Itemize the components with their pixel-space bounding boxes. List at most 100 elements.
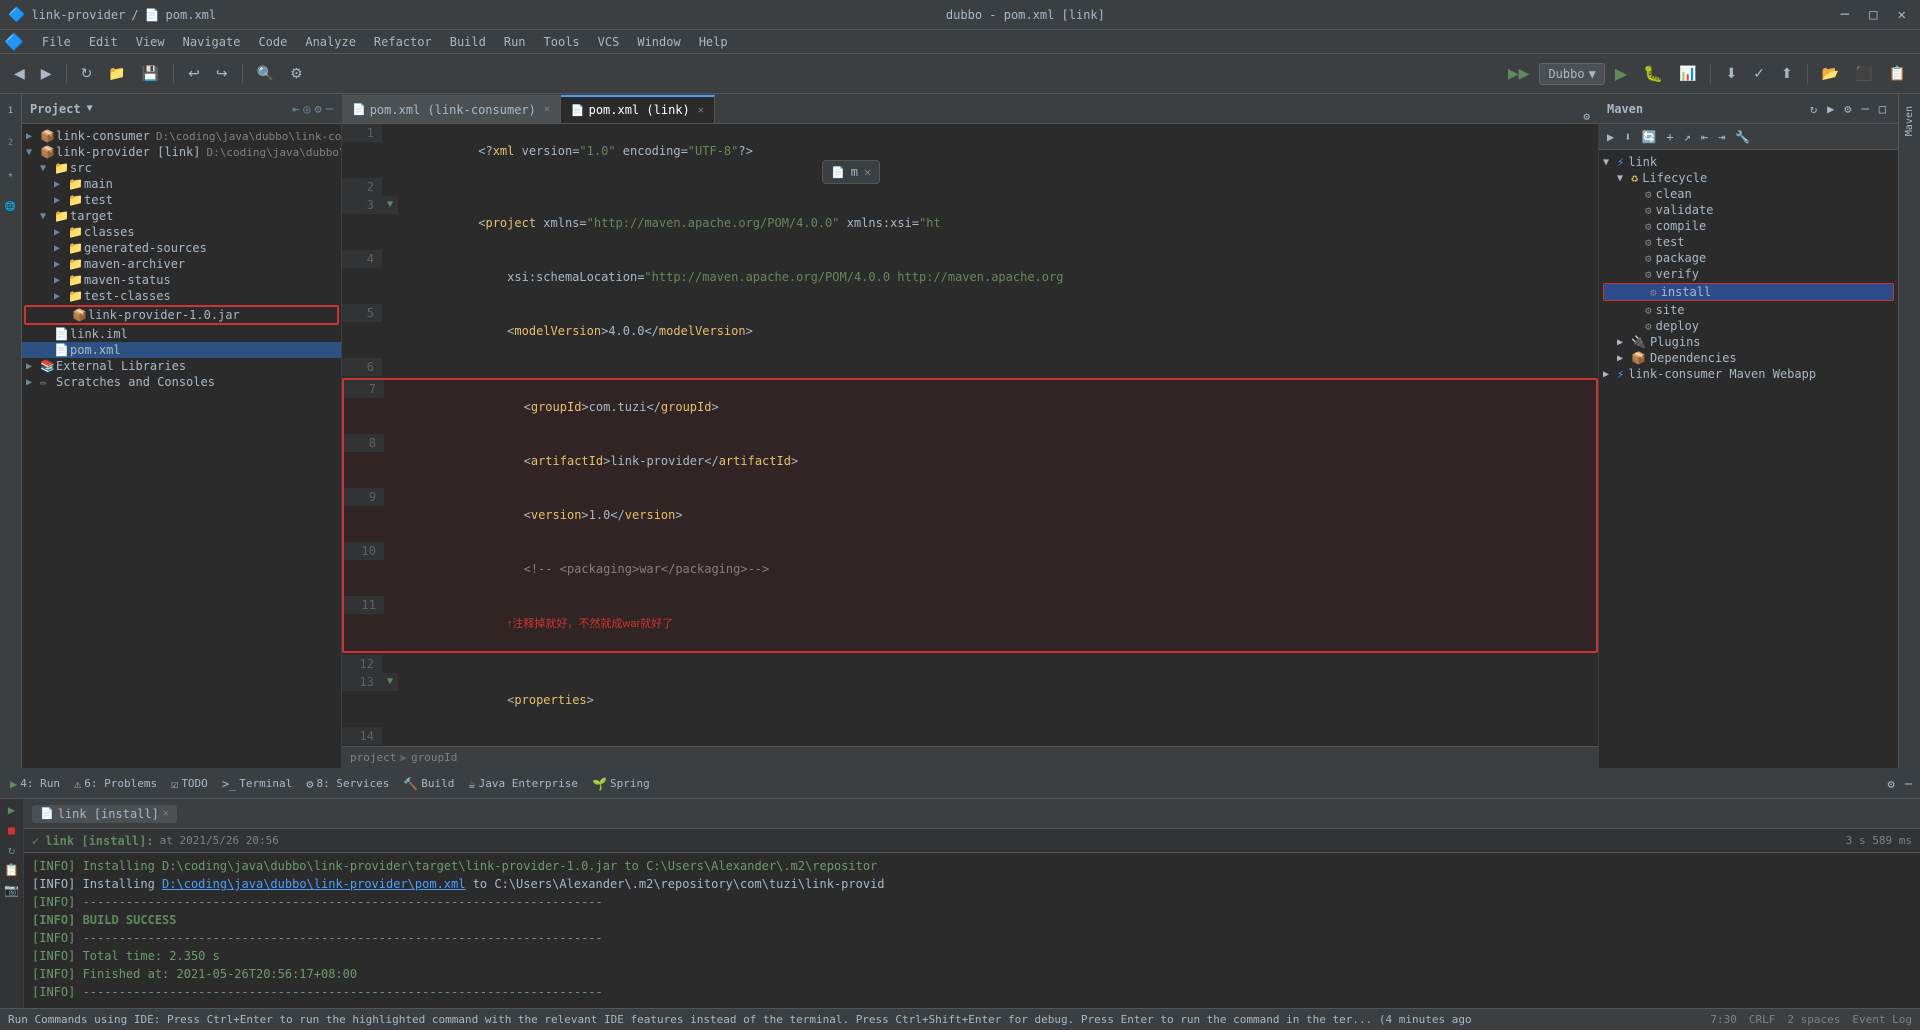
favorites-tool-icon[interactable]: ★ xyxy=(5,162,16,188)
tab-pom-consumer-close[interactable]: ✕ xyxy=(544,104,550,115)
minimize-button[interactable]: ─ xyxy=(1835,5,1855,25)
maven-jump-button[interactable]: ↗ xyxy=(1680,128,1695,146)
todo-tab-button[interactable]: ☑ TODO xyxy=(165,774,214,794)
tree-item-link-consumer[interactable]: ▶ 📦 link-consumer D:\coding\java\dubbo\l… xyxy=(22,128,341,144)
code-editor[interactable]: 1 <?xml version="1.0" encoding="UTF-8"?>… xyxy=(342,124,1598,746)
maven-maximize-button[interactable]: □ xyxy=(1875,100,1890,118)
tree-item-scratches[interactable]: ▶ ✏ Scratches and Consoles xyxy=(22,374,341,390)
run-scroll-button[interactable]: 📋 xyxy=(4,863,19,877)
status-position[interactable]: 7:30 xyxy=(1710,1013,1737,1026)
tab-settings-button[interactable]: ⚙ xyxy=(1575,110,1598,123)
redo-button[interactable]: ↪ xyxy=(210,61,234,86)
tree-item-src[interactable]: ▼ 📁 src xyxy=(22,160,341,176)
menu-code[interactable]: Code xyxy=(250,33,295,51)
terminal-tab-button[interactable]: >_ Terminal xyxy=(216,774,298,794)
maven-collapse-button[interactable]: ⇤ xyxy=(1697,128,1712,146)
bottom-panel-settings-button[interactable]: ⚙ xyxy=(1884,775,1899,793)
status-indent[interactable]: 2 spaces xyxy=(1787,1013,1840,1026)
structure-tool-icon[interactable]: 2 xyxy=(5,130,16,156)
menu-analyze[interactable]: Analyze xyxy=(297,33,364,51)
maven-item-clean[interactable]: ⚙ clean xyxy=(1599,186,1898,202)
debug-button[interactable]: 🐛 xyxy=(1637,60,1669,88)
run-stop-button[interactable]: ■ xyxy=(8,823,15,837)
status-event-log[interactable]: Event Log xyxy=(1852,1013,1912,1026)
maven-item-verify[interactable]: ⚙ verify xyxy=(1599,266,1898,282)
breadcrumb-item-project[interactable]: project xyxy=(350,751,396,764)
status-encoding[interactable]: CRLF xyxy=(1749,1013,1776,1026)
run-camera-button[interactable]: 📷 xyxy=(4,883,19,897)
run-tab-link-install[interactable]: 📄 link [install] ✕ xyxy=(32,805,177,823)
menu-edit[interactable]: Edit xyxy=(81,33,126,51)
tree-item-external-libs[interactable]: ▶ 📚 External Libraries xyxy=(22,358,341,374)
maven-tab-icon[interactable]: Maven xyxy=(1901,98,1918,144)
menu-tools[interactable]: Tools xyxy=(536,33,588,51)
maven-item-validate[interactable]: ⚙ validate xyxy=(1599,202,1898,218)
run-rerun-button[interactable]: ↻ xyxy=(8,843,15,857)
panel-settings-button[interactable]: ⚙ xyxy=(315,102,322,116)
tree-item-pom[interactable]: 📄 pom.xml xyxy=(22,342,341,358)
maven-wrench-button[interactable]: 🔧 xyxy=(1731,128,1754,146)
run-play-button[interactable]: ▶ xyxy=(8,803,15,817)
build-project-button[interactable]: ▶▶ xyxy=(1502,61,1536,86)
open-button[interactable]: 📁 xyxy=(102,61,131,86)
problems-tab-button[interactable]: ⚠ 6: Problems xyxy=(68,774,163,794)
bottom-panel-minimize-button[interactable]: ─ xyxy=(1901,775,1916,793)
structure-button[interactable]: 📋 xyxy=(1883,61,1912,86)
tree-item-test-classes[interactable]: ▶ 📁 test-classes xyxy=(22,288,341,304)
menu-help[interactable]: Help xyxy=(691,33,736,51)
run-output[interactable]: [INFO] Installing D:\coding\java\dubbo\l… xyxy=(24,853,1920,1008)
vcs-commit-button[interactable]: ✓ xyxy=(1747,61,1771,86)
maven-item-dependencies[interactable]: ▶ 📦 Dependencies xyxy=(1599,350,1898,366)
tab-pom-link-close[interactable]: ✕ xyxy=(698,105,704,116)
maven-add-button[interactable]: + xyxy=(1662,128,1677,146)
maven-minimize-button[interactable]: ─ xyxy=(1858,100,1873,118)
undo-button[interactable]: ↩ xyxy=(182,61,206,86)
open-in-explorer-button[interactable]: 📂 xyxy=(1816,61,1845,86)
tree-item-test[interactable]: ▶ 📁 test xyxy=(22,192,341,208)
scroll-from-source-button[interactable]: ◎ xyxy=(303,102,310,116)
maven-refresh-button[interactable]: ↻ xyxy=(1806,100,1821,118)
maven-item-lifecycle[interactable]: ▼ ♻ Lifecycle xyxy=(1599,170,1898,186)
maven-item-link-consumer[interactable]: ▶ ⚡ link-consumer Maven Webapp xyxy=(1599,366,1898,382)
maven-settings-button[interactable]: ⚙ xyxy=(1840,100,1855,118)
tree-item-jar[interactable]: 📦 link-provider-1.0.jar xyxy=(24,305,339,325)
tree-item-maven-status[interactable]: ▶ 📁 maven-status xyxy=(22,272,341,288)
maven-execute-button[interactable]: ▶ xyxy=(1603,128,1618,146)
menu-window[interactable]: Window xyxy=(629,33,688,51)
toolbar-forward-button[interactable]: ▶ xyxy=(35,61,58,86)
menu-view[interactable]: View xyxy=(128,33,173,51)
menu-run[interactable]: Run xyxy=(496,33,534,51)
run-tab-button[interactable]: ▶ 4: Run xyxy=(4,774,66,794)
maven-run-button[interactable]: ▶ xyxy=(1823,100,1838,118)
menu-build[interactable]: Build xyxy=(442,33,494,51)
sync-button[interactable]: ↻ xyxy=(75,61,99,86)
maven-item-plugins[interactable]: ▶ 🔌 Plugins xyxy=(1599,334,1898,350)
vcs-push-button[interactable]: ⬆ xyxy=(1775,61,1799,86)
tree-item-generated-sources[interactable]: ▶ 📁 generated-sources xyxy=(22,240,341,256)
tree-item-link-provider[interactable]: ▼ 📦 link-provider [link] D:\coding\java\… xyxy=(22,144,341,160)
tree-item-main[interactable]: ▶ 📁 main xyxy=(22,176,341,192)
close-button[interactable]: ✕ xyxy=(1892,5,1912,25)
tab-pom-consumer[interactable]: 📄 pom.xml (link-consumer) ✕ xyxy=(342,95,561,123)
maven-item-deploy[interactable]: ⚙ deploy xyxy=(1599,318,1898,334)
java-enterprise-tab-button[interactable]: ☕ Java Enterprise xyxy=(462,774,584,794)
maven-update-button[interactable]: 🔄 xyxy=(1637,128,1660,146)
maven-item-package[interactable]: ⚙ package xyxy=(1599,250,1898,266)
menu-navigate[interactable]: Navigate xyxy=(175,33,249,51)
run-log-link[interactable]: D:\coding\java\dubbo\link-provider\pom.x… xyxy=(162,877,465,891)
coverage-button[interactable]: 📊 xyxy=(1673,61,1702,86)
run-button[interactable]: ▶ xyxy=(1609,60,1633,88)
vcs-update-button[interactable]: ⬇ xyxy=(1719,61,1743,86)
run-tab-close-button[interactable]: ✕ xyxy=(163,808,169,819)
maven-expand-button[interactable]: ⇥ xyxy=(1714,128,1729,146)
breadcrumb-item-groupid[interactable]: groupId xyxy=(411,751,457,764)
tab-pom-link[interactable]: 📄 pom.xml (link) ✕ xyxy=(561,95,715,123)
maven-item-site[interactable]: ⚙ site xyxy=(1599,302,1898,318)
project-dropdown-icon[interactable]: ▼ xyxy=(87,103,93,114)
spring-tab-button[interactable]: 🌱 Spring xyxy=(586,774,656,794)
web-tool-icon[interactable]: 🌐 xyxy=(2,194,19,220)
toolbar-back-button[interactable]: ◀ xyxy=(8,61,31,86)
tree-item-maven-archiver[interactable]: ▶ 📁 maven-archiver xyxy=(22,256,341,272)
maven-item-link[interactable]: ▼ ⚡ link xyxy=(1599,154,1898,170)
save-button[interactable]: 💾 xyxy=(136,61,165,86)
